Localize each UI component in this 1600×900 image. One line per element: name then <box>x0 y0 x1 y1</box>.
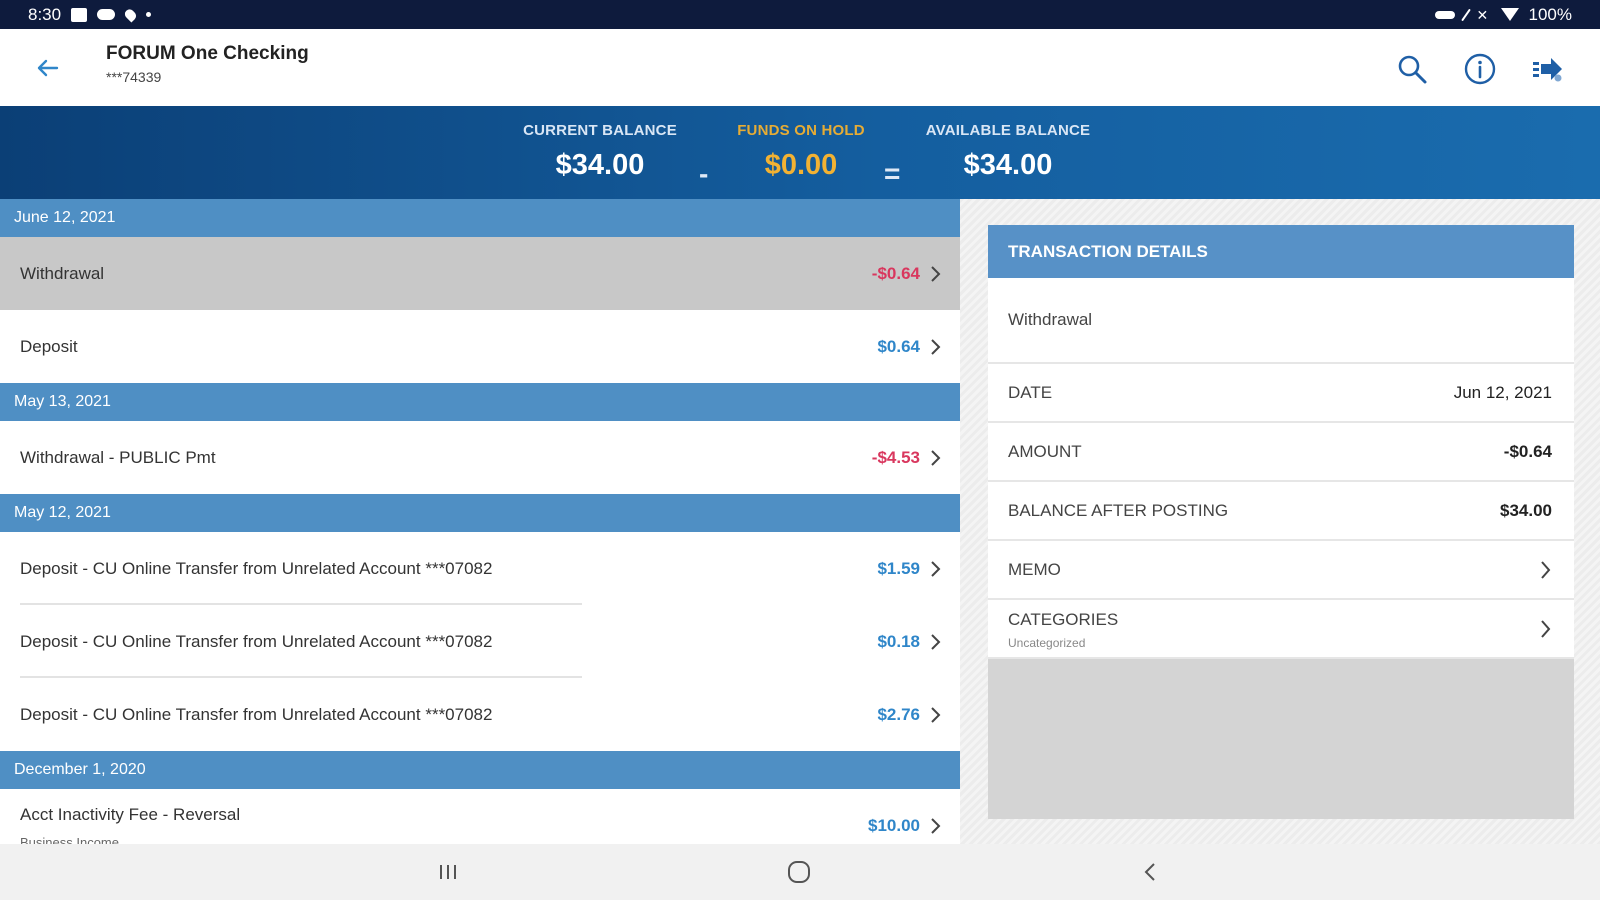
transaction-description: Deposit <box>20 336 78 356</box>
recent-apps-button[interactable] <box>428 856 468 888</box>
transaction-category: Business Income <box>20 835 119 844</box>
detail-label: AMOUNT <box>1008 441 1082 461</box>
detail-label: BALANCE AFTER POSTING <box>1008 500 1229 520</box>
current-balance-value: $34.00 <box>555 149 645 181</box>
detail-value: $34.00 <box>1500 500 1552 520</box>
category-value: Uncategorized <box>1008 636 1086 650</box>
transaction-amount: $1.59 <box>877 558 920 578</box>
vpn-key-icon <box>1434 10 1455 19</box>
transaction-row[interactable]: Deposit - CU Online Transfer from Unrela… <box>0 678 960 751</box>
account-title: FORUM One Checking <box>106 43 309 64</box>
chevron-right-icon <box>926 338 944 356</box>
details-header: TRANSACTION DETAILS <box>988 225 1574 278</box>
categories-row[interactable]: CATEGORIES Uncategorized <box>988 600 1574 659</box>
home-icon <box>788 861 810 883</box>
funds-on-hold-value: $0.00 <box>764 149 838 181</box>
current-balance: CURRENT BALANCE $34.00 <box>516 122 684 182</box>
transaction-amount: $10.00 <box>868 815 920 835</box>
status-left: 8:30 <box>28 4 152 25</box>
mute-icon: ✕ <box>1476 6 1489 23</box>
home-button[interactable] <box>779 856 819 888</box>
chevron-right-icon <box>926 633 944 651</box>
transaction-row[interactable]: Deposit $0.64 <box>0 310 960 383</box>
memo-row[interactable]: MEMO <box>988 541 1574 600</box>
transaction-row[interactable]: Acct Inactivity Fee - Reversal Business … <box>0 789 960 844</box>
account-title-block: FORUM One Checking ***74339 <box>106 43 309 85</box>
chevron-right-icon <box>1536 619 1554 639</box>
status-right: ✕ 100% <box>1434 4 1572 25</box>
back-arrow-icon <box>37 59 59 77</box>
available-balance: AVAILABLE BALANCE $34.00 <box>914 122 1102 182</box>
image-icon <box>71 7 88 22</box>
transaction-description: Withdrawal - PUBLIC Pmt <box>20 447 216 467</box>
date-header: May 12, 2021 <box>0 494 960 532</box>
transaction-amount: -$0.64 <box>871 263 920 283</box>
info-button[interactable] <box>1462 51 1498 87</box>
transaction-amount: $2.76 <box>877 704 920 724</box>
date-header: May 13, 2021 <box>0 383 960 421</box>
header-actions <box>1394 51 1566 87</box>
battery-level: 100% <box>1528 4 1572 24</box>
detail-row-balance: BALANCE AFTER POSTING $34.00 <box>988 482 1574 541</box>
date-header: December 1, 2020 <box>0 751 960 789</box>
system-back-icon <box>1144 863 1155 881</box>
back-button[interactable] <box>30 53 64 83</box>
chevron-right-icon <box>926 817 944 835</box>
wifi-icon <box>1500 8 1519 21</box>
transaction-row[interactable]: Withdrawal - PUBLIC Pmt -$4.53 <box>0 421 960 494</box>
search-icon <box>1398 55 1427 84</box>
funds-on-hold: FUNDS ON HOLD $0.00 <box>728 122 874 182</box>
date-header: June 12, 2021 <box>0 199 960 237</box>
detail-label: CATEGORIES <box>1008 610 1119 629</box>
current-balance-label: CURRENT BALANCE <box>523 122 677 139</box>
signal-icon <box>1460 8 1471 21</box>
transaction-description: Deposit - CU Online Transfer from Unrela… <box>20 558 493 578</box>
transaction-amount: -$4.53 <box>871 447 920 467</box>
more-dot-icon <box>146 12 152 17</box>
transaction-row[interactable]: Deposit - CU Online Transfer from Unrela… <box>0 532 960 605</box>
detail-label: MEMO <box>1008 559 1061 579</box>
details-description: Withdrawal <box>988 278 1574 364</box>
chevron-right-icon <box>926 706 944 724</box>
location-icon <box>123 6 139 23</box>
transaction-description: Deposit - CU Online Transfer from Unrela… <box>20 704 493 724</box>
detail-label: DATE <box>1008 382 1053 402</box>
system-back-button[interactable] <box>1130 856 1170 888</box>
transaction-list: June 12, 2021 Withdrawal -$0.64 Deposit … <box>0 199 960 844</box>
available-balance-label: AVAILABLE BALANCE <box>925 122 1091 139</box>
status-bar: 8:30 ✕ 100% <box>0 0 1600 29</box>
chevron-right-icon <box>926 265 944 283</box>
available-balance-value: $34.00 <box>963 149 1053 181</box>
transaction-description: Acct Inactivity Fee - Reversal <box>20 805 241 824</box>
minus-sign: - <box>699 158 709 189</box>
funds-on-hold-label: FUNDS ON HOLD <box>737 122 865 139</box>
account-number: ***74339 <box>106 69 162 85</box>
transaction-row[interactable]: Withdrawal -$0.64 <box>0 237 960 310</box>
transaction-details-panel: TRANSACTION DETAILS Withdrawal DATE Jun … <box>988 225 1574 819</box>
chevron-right-icon <box>926 449 944 467</box>
info-icon <box>1464 53 1496 85</box>
cloud-icon <box>97 9 116 20</box>
transaction-description: Withdrawal <box>20 263 105 283</box>
detail-row-amount: AMOUNT -$0.64 <box>988 423 1574 482</box>
recent-apps-icon <box>440 865 456 879</box>
transfer-button[interactable] <box>1530 51 1566 87</box>
transaction-row[interactable]: Deposit - CU Online Transfer from Unrela… <box>0 605 960 678</box>
transaction-amount: $0.64 <box>877 336 920 356</box>
transfer-icon <box>1533 58 1562 82</box>
app-header: FORUM One Checking ***74339 <box>0 29 1600 106</box>
system-nav-bar <box>0 844 1600 900</box>
chevron-right-icon <box>1536 560 1554 580</box>
chevron-right-icon <box>926 560 944 578</box>
balance-banner: CURRENT BALANCE $34.00 - FUNDS ON HOLD $… <box>0 106 1600 199</box>
transaction-amount: $0.18 <box>877 631 920 651</box>
detail-row-date: DATE Jun 12, 2021 <box>988 364 1574 423</box>
status-time: 8:30 <box>28 4 62 24</box>
detail-value: Jun 12, 2021 <box>1453 382 1552 402</box>
transaction-description: Deposit - CU Online Transfer from Unrela… <box>20 631 493 651</box>
search-button[interactable] <box>1394 51 1430 87</box>
detail-value: -$0.64 <box>1503 441 1552 461</box>
equals-sign: = <box>884 158 901 189</box>
details-empty-area <box>988 659 1574 819</box>
